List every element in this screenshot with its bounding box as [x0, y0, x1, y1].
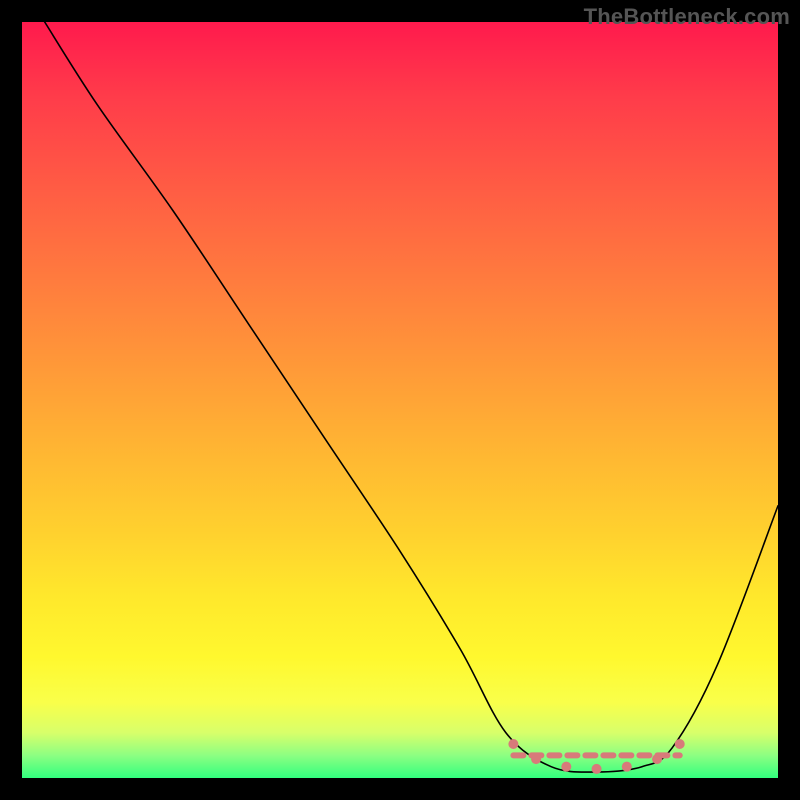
- chart-gradient-area: [22, 22, 778, 778]
- bottleneck-curve: [45, 22, 778, 772]
- bottleneck-curve-plot: [22, 22, 778, 778]
- optimal-range-markers: [508, 739, 684, 774]
- watermark-text: TheBottleneck.com: [584, 4, 790, 30]
